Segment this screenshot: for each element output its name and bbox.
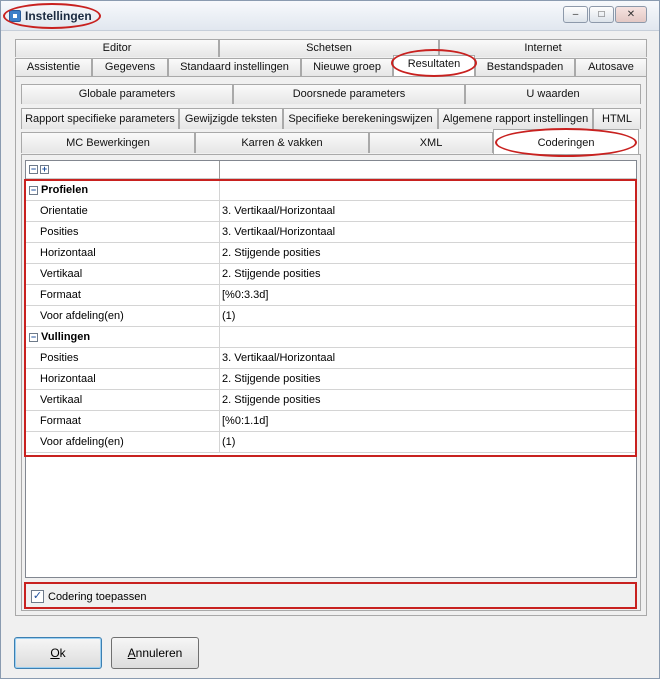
title-bar[interactable]: Instellingen – □ ✕: [1, 1, 659, 31]
subtab-html[interactable]: HTML: [593, 108, 641, 129]
tab-editor[interactable]: Editor: [15, 39, 219, 57]
tab-standaard-instellingen[interactable]: Standaard instellingen: [168, 58, 301, 76]
category-label: Vullingen: [41, 331, 91, 343]
cancel-accelerator: A: [127, 646, 136, 660]
maximize-icon: □: [598, 9, 605, 20]
subtab-gewijzigde-teksten[interactable]: Gewijzigde teksten: [179, 108, 283, 129]
property-row[interactable]: Voor afdeling(en) (1): [26, 306, 636, 327]
property-label: Horizontaal: [40, 247, 96, 259]
codering-toepassen-label[interactable]: Codering toepassen: [48, 591, 146, 603]
subtab-algemene-rapport-instellingen[interactable]: Algemene rapport instellingen: [438, 108, 593, 129]
cancel-button[interactable]: Annuleren: [111, 637, 199, 669]
subtab-karren-vakken[interactable]: Karren & vakken: [195, 132, 369, 153]
minimize-button[interactable]: –: [563, 6, 588, 23]
property-label: Vertikaal: [40, 268, 83, 280]
property-label: Orientatie: [40, 205, 88, 217]
ok-button[interactable]: Ok: [14, 637, 102, 669]
property-value[interactable]: 3. Vertikaal/Horizontaal: [222, 352, 335, 364]
property-label: Posities: [40, 352, 79, 364]
ok-label-rest: k: [59, 646, 66, 660]
property-value[interactable]: 2. Stijgende posities: [222, 394, 320, 406]
property-value[interactable]: 3. Vertikaal/Horizontaal: [222, 205, 335, 217]
property-row[interactable]: Formaat [%0:1.1d]: [26, 411, 636, 432]
tab-nieuwe-groep[interactable]: Nieuwe groep: [301, 58, 393, 76]
property-row[interactable]: Vertikaal 2. Stijgende posities: [26, 390, 636, 411]
maximize-button[interactable]: □: [589, 6, 614, 23]
property-label: Horizontaal: [40, 373, 96, 385]
property-value[interactable]: (1): [222, 436, 235, 448]
subtab-globale-parameters[interactable]: Globale parameters: [21, 84, 233, 104]
close-button[interactable]: ✕: [615, 6, 647, 23]
ok-accelerator: O: [50, 646, 60, 660]
settings-dialog: Instellingen – □ ✕ Editor Schetsen Inter…: [0, 0, 660, 679]
property-label: Voor afdeling(en): [40, 436, 124, 448]
property-value[interactable]: 3. Vertikaal/Horizontaal: [222, 226, 335, 238]
property-value[interactable]: 2. Stijgende posities: [222, 373, 320, 385]
property-row[interactable]: Horizontaal 2. Stijgende posities: [26, 243, 636, 264]
subtab-rapport-specifieke-parameters[interactable]: Rapport specifieke parameters: [21, 108, 179, 129]
collapse-all-button[interactable]: −: [29, 165, 38, 174]
property-label: Formaat: [40, 415, 81, 427]
property-row[interactable]: Vertikaal 2. Stijgende posities: [26, 264, 636, 285]
category-vullingen[interactable]: − Vullingen: [26, 327, 636, 348]
property-value[interactable]: 2. Stijgende posities: [222, 268, 320, 280]
subtab-coderingen[interactable]: Coderingen: [493, 129, 639, 154]
close-icon: ✕: [626, 9, 636, 20]
tab-resultaten[interactable]: Resultaten: [393, 55, 475, 76]
title-highlight-ring: [3, 3, 101, 29]
category-profielen[interactable]: − Profielen: [26, 180, 636, 201]
collapse-icon[interactable]: −: [29, 186, 38, 195]
subtab-mc-bewerkingen[interactable]: MC Bewerkingen: [21, 132, 195, 153]
subtab-xml[interactable]: XML: [369, 132, 493, 153]
tab-bestandspaden[interactable]: Bestandspaden: [475, 58, 575, 76]
expand-all-button[interactable]: +: [40, 165, 49, 174]
property-row[interactable]: Posities 3. Vertikaal/Horizontaal: [26, 348, 636, 369]
property-row[interactable]: Posities 3. Vertikaal/Horizontaal: [26, 222, 636, 243]
property-label: Formaat: [40, 289, 81, 301]
property-value[interactable]: [%0:1.1d]: [222, 415, 268, 427]
property-row[interactable]: Horizontaal 2. Stijgende posities: [26, 369, 636, 390]
property-label: Vertikaal: [40, 394, 83, 406]
property-row[interactable]: Formaat [%0:3.3d]: [26, 285, 636, 306]
property-label: Posities: [40, 226, 79, 238]
property-grid[interactable]: − + − Profielen Orientatie 3. Vertikaal/H…: [25, 160, 637, 578]
header-divider: [219, 161, 220, 179]
tab-autosave[interactable]: Autosave: [575, 58, 647, 76]
collapse-icon[interactable]: −: [29, 333, 38, 342]
grid-header: − +: [26, 161, 636, 179]
property-value[interactable]: [%0:3.3d]: [222, 289, 268, 301]
property-value[interactable]: 2. Stijgende posities: [222, 247, 320, 259]
tab-gegevens[interactable]: Gegevens: [92, 58, 168, 76]
subtab-specifieke-berekeningswijzen[interactable]: Specifieke berekeningswijzen: [283, 108, 438, 129]
property-row[interactable]: Orientatie 3. Vertikaal/Horizontaal: [26, 201, 636, 222]
cancel-label-rest: nnuleren: [135, 646, 183, 660]
tab-assistentie[interactable]: Assistentie: [15, 58, 92, 76]
property-label: Voor afdeling(en): [40, 310, 124, 322]
subtab-doorsnede-parameters[interactable]: Doorsnede parameters: [233, 84, 465, 104]
minimize-icon: –: [572, 9, 579, 20]
property-value[interactable]: (1): [222, 310, 235, 322]
category-label: Profielen: [41, 184, 89, 196]
codering-toepassen-checkbox[interactable]: ✓: [31, 590, 44, 603]
property-row[interactable]: Voor afdeling(en) (1): [26, 432, 636, 453]
subtab-u-waarden[interactable]: U waarden: [465, 84, 641, 104]
